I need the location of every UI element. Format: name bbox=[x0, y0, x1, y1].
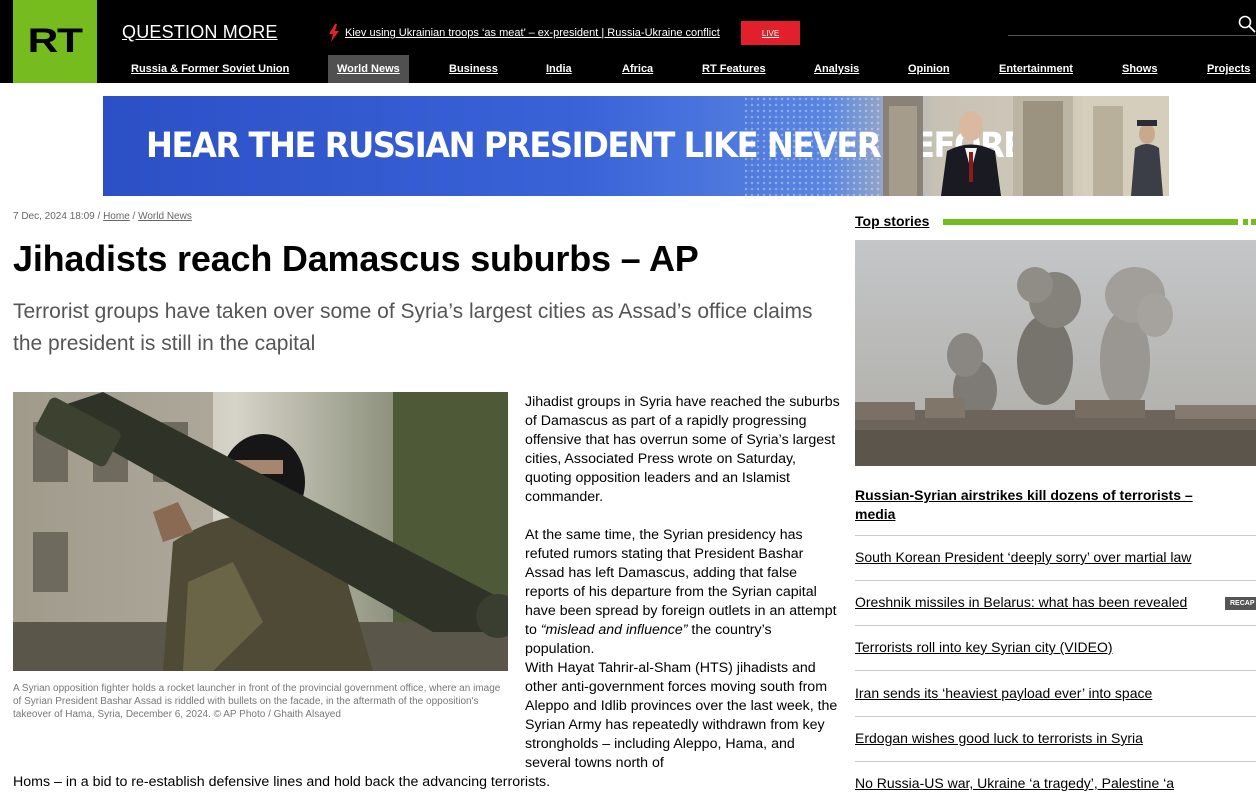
paragraph: Jihadist groups in Syria have reached th… bbox=[525, 394, 840, 505]
nav-rt-features[interactable]: RT Features bbox=[702, 55, 766, 83]
recap-badge: RECAP bbox=[1225, 597, 1256, 610]
nav-opinion[interactable]: Opinion bbox=[908, 55, 950, 83]
breaking-news-link[interactable]: Kiev using Ukrainian troops ‘as meat’ – … bbox=[345, 27, 720, 39]
story-link[interactable]: No Russia-US war, Ukraine ‘a tragedy’, P… bbox=[855, 775, 1256, 791]
site-header: RT QUESTION MORE Kiev using Ukrainian tr… bbox=[0, 0, 1256, 83]
nav-india[interactable]: India bbox=[546, 55, 572, 83]
article-title: Jihadists reach Damascus suburbs – AP bbox=[13, 238, 699, 279]
paragraph-continuation: Homs – in a bid to re-establish defensiv… bbox=[13, 774, 551, 790]
article-meta: 7 Dec, 2024 18:09 / Home / World News bbox=[13, 211, 192, 222]
paragraph: With Hayat Tahrir-al-Sham (HTS) jihadist… bbox=[525, 660, 838, 771]
nav-africa[interactable]: Africa bbox=[622, 55, 653, 83]
paragraph: At the same time, the Syrian presidency … bbox=[525, 526, 843, 659]
banner-illustration bbox=[883, 96, 1169, 196]
lightning-icon bbox=[329, 24, 339, 42]
live-button[interactable]: LIVE bbox=[741, 21, 800, 45]
story-link[interactable]: Oreshnik missiles in Belarus: what has b… bbox=[855, 594, 1256, 610]
article-photo[interactable] bbox=[13, 392, 508, 671]
nav-business[interactable]: Business bbox=[449, 55, 498, 83]
divider bbox=[855, 535, 1256, 536]
story-link[interactable]: Iran sends its ‘heaviest payload ever’ i… bbox=[855, 685, 1256, 701]
ad-banner[interactable]: HEAR THE RUSSIAN PRESIDENT LIKE NEVER BE… bbox=[103, 96, 1169, 196]
story-link-text: Oreshnik missiles in Belarus: what has b… bbox=[855, 594, 1188, 610]
divider bbox=[855, 761, 1256, 762]
breadcrumb-world-news[interactable]: World News bbox=[138, 211, 192, 222]
divider bbox=[855, 625, 1256, 626]
photo-caption: A Syrian opposition fighter holds a rock… bbox=[13, 683, 501, 720]
story-link[interactable]: Terrorists roll into key Syrian city (VI… bbox=[855, 639, 1256, 655]
heading-underline-end bbox=[1243, 219, 1256, 225]
search-input[interactable] bbox=[1008, 35, 1256, 36]
lead-story-link[interactable]: Russian-Syrian airstrikes kill dozens of… bbox=[855, 486, 1235, 524]
nav-entertainment[interactable]: Entertainment bbox=[999, 55, 1073, 83]
nav-world-news[interactable]: World News bbox=[328, 55, 409, 83]
divider bbox=[855, 670, 1256, 671]
heading-underline bbox=[943, 219, 1238, 225]
quote-text: “mislead and influence” bbox=[540, 622, 688, 638]
slogan-link[interactable]: QUESTION MORE bbox=[122, 22, 278, 43]
story-link[interactable]: South Korean President ‘deeply sorry’ ov… bbox=[855, 549, 1256, 565]
breaking-news: Kiev using Ukrainian troops ‘as meat’ – … bbox=[328, 24, 720, 42]
article-summary: Terrorist groups have taken over some of… bbox=[13, 300, 813, 355]
article-date: 7 Dec, 2024 18:09 bbox=[13, 211, 95, 222]
airstrike-image bbox=[855, 240, 1256, 466]
nav-russia[interactable]: Russia & Former Soviet Union bbox=[131, 55, 289, 83]
nav-analysis[interactable]: Analysis bbox=[814, 55, 859, 83]
top-stories-heading[interactable]: Top stories bbox=[855, 213, 929, 229]
search-icon[interactable] bbox=[1238, 15, 1256, 33]
fighter-image bbox=[13, 392, 508, 671]
divider bbox=[855, 716, 1256, 717]
main-nav: Russia & Former Soviet Union World News … bbox=[0, 55, 1256, 83]
nav-projects[interactable]: Projects bbox=[1207, 55, 1250, 83]
top-story-photo[interactable] bbox=[855, 240, 1256, 466]
breadcrumb-home[interactable]: Home bbox=[103, 211, 130, 222]
article-body: Jihadist groups in Syria have reached th… bbox=[525, 393, 843, 773]
story-link[interactable]: Erdogan wishes good luck to terrorists i… bbox=[855, 730, 1256, 746]
divider bbox=[855, 580, 1256, 581]
nav-shows[interactable]: Shows bbox=[1122, 55, 1157, 83]
